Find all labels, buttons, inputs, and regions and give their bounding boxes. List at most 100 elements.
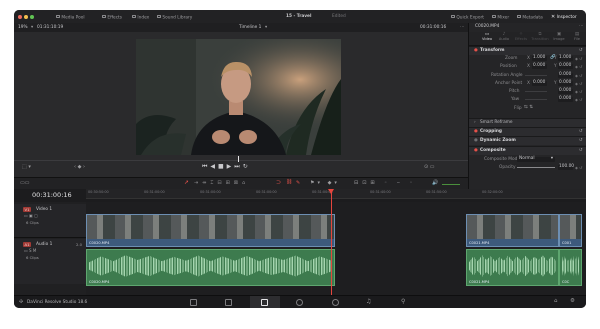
close-window-button[interactable] [18,14,22,19]
position-y-field[interactable]: 0.000 [558,63,573,69]
toggle-dot-icon[interactable]: ● [474,129,478,134]
fusion-page-icon[interactable] [296,299,303,306]
viewer-extra-icon[interactable]: ⊙ ▭ [424,165,435,170]
tab-image[interactable]: ▣ Image [551,32,567,41]
reset-icon[interactable]: ↺ [579,129,583,134]
transform-section-header[interactable]: ● Transform ↺ [469,46,586,55]
anchor-y-field[interactable]: 0.000 [558,80,573,86]
toggle-dot-icon[interactable]: ● [474,148,478,153]
effects-button[interactable]: Effects [102,14,122,21]
settings-icon[interactable]: ⚙ [570,298,575,305]
rotation-slider[interactable] [525,75,547,76]
dynamic-zoom-section[interactable]: ● Dynamic Zoom ↺ [469,136,586,145]
keyframe-icon[interactable]: ◆ ↺ [575,166,582,170]
rotation-field[interactable]: 0.000 [558,72,573,78]
cut-page-icon[interactable] [225,299,232,306]
anchor-x-field[interactable]: 0.000 [532,80,547,86]
chevron-down-icon[interactable]: ▾ [31,25,33,30]
inspector-button[interactable]: ✕ Inspector [551,14,577,20]
flip-horizontal-icon[interactable]: ⇆ ⇅ [524,105,533,111]
opacity-slider[interactable] [517,167,555,168]
jog-control-icon[interactable]: ‹ ◆ › [74,165,85,170]
timeline-tracks[interactable]: C0020.MP4 C0021.MP4 C001 C0020.MP4 C0021… [86,202,586,295]
audio-track-header[interactable]: A1 Audio 1 2.0 ▭ S M 6 Clips [14,239,86,284]
zoom-window-button[interactable] [30,14,34,19]
media-pool-button[interactable]: Media Pool [56,14,85,21]
keyframe-icon[interactable]: ◆ ↺ [575,90,582,94]
composite-mode-select[interactable]: Normal ▾ [517,156,555,162]
volume-slider[interactable] [442,184,460,185]
keyframe-icon[interactable]: ◆ ↺ [575,65,582,69]
viewer-mode-icon[interactable]: ⬚ ▾ [22,165,31,170]
tab-effects[interactable]: ✧ Effects [513,32,529,41]
flag-marker-tools[interactable]: ⚑▾ ◆▾ [310,181,340,186]
metadata-button[interactable]: Metadata [517,14,543,21]
zoom-x-field[interactable]: 1.000 [532,55,547,61]
a1-track-name[interactable]: Audio 1 [36,242,52,247]
tab-file[interactable]: ▤ File [569,32,585,41]
timeline-ruler[interactable]: 00:30:50:00 00:31:00:00 00:31:00:00 00:3… [86,189,586,199]
yaw-field[interactable]: 0.000 [558,96,573,102]
tab-transition[interactable]: ⧉ Transition [531,32,549,41]
timeline-view-options-icon[interactable]: ▭▭ [20,181,29,186]
timeline-selector[interactable]: Timeline 1 [239,25,261,30]
mixer-button[interactable]: Mixer [492,14,509,21]
v1-badge[interactable]: V1 [23,207,32,212]
video-frame[interactable] [136,39,341,155]
transport-controls[interactable]: ⏮◀■▶⏭↻ [202,164,251,170]
track-controls-icon[interactable]: ▭ S M [24,249,36,253]
quick-export-button[interactable]: Quick Export [451,14,484,21]
toggle-dot-icon[interactable]: ● [474,48,478,53]
minimize-window-button[interactable] [24,14,28,19]
position-x-field[interactable]: 0.000 [532,63,547,69]
video-clip[interactable]: C001 [559,214,582,247]
video-clip[interactable]: C0020.MP4 [86,214,335,247]
audio-clip[interactable]: C0021.MP4 [466,249,559,286]
timeline-viewer[interactable]: ⬚ ▾ ‹ ◆ › ⏮◀■▶⏭↻ ⊙ ▭ [14,32,468,177]
sound-library-button[interactable]: Sound Library [157,14,192,21]
selection-tool-icon[interactable]: ➚ [184,180,189,186]
media-page-icon[interactable] [190,299,197,306]
inspector-options-icon[interactable]: ⋯ [579,24,583,29]
audio-clip[interactable]: C0C [559,249,582,286]
edit-page-icon[interactable] [261,299,268,306]
home-icon[interactable]: ⌂ [554,298,558,305]
zoom-level[interactable]: 19% [18,25,28,30]
yaw-slider[interactable] [525,99,547,100]
cropping-section[interactable]: ● Cropping ↺ [469,127,586,136]
keyframe-icon[interactable]: ◆ ↺ [575,82,582,86]
fairlight-page-icon[interactable]: ♫ [366,299,371,305]
viewer-scrub-bar[interactable] [14,160,468,161]
pitch-field[interactable]: 0.000 [558,88,573,94]
viewer-options-icon[interactable]: ⋯ [460,25,464,30]
pitch-slider[interactable] [525,91,547,92]
opacity-field[interactable]: 100.00 [558,164,574,170]
deliver-page-icon[interactable]: ⚲ [401,299,405,305]
v1-track-name[interactable]: Video 1 [36,207,52,212]
reset-icon[interactable]: ↺ [579,148,583,153]
collapse-arrow-icon[interactable]: › [474,120,476,125]
composite-section-header[interactable]: ● Composite ↺ [469,146,586,155]
video-track-header[interactable]: V1 Video 1 ▭ ▣ ▢ 6 Clips [14,204,86,238]
zoom-tools[interactable]: ⊟⊡⊞ ◦ ‒ ◦ [354,181,416,186]
track-controls-icon[interactable]: ▭ ▣ ▢ [24,214,38,218]
viewer-scrub-handle[interactable] [238,156,239,162]
edit-tools-group[interactable]: ⇥⇹⌶⊟⊞⊠⌂ [194,181,249,186]
tab-audio[interactable]: ♪ Audio [496,32,512,41]
a1-badge[interactable]: A1 [23,242,32,247]
reset-icon[interactable]: ↺ [579,48,583,53]
timeline-selector-chevron-icon[interactable]: ▾ [265,25,267,30]
keyframe-icon[interactable]: ◆ ↺ [575,74,582,78]
toggle-dot-icon[interactable]: ● [474,138,478,143]
reset-icon[interactable]: ↺ [579,138,583,143]
position-lock-icon[interactable]: ✎ [296,181,300,186]
tab-video[interactable]: ▭ Video [479,32,495,41]
video-clip[interactable]: C0021.MP4 [466,214,559,247]
playhead-line[interactable] [330,192,332,295]
audio-clip[interactable]: C0020.MP4 [86,249,335,286]
keyframe-icon[interactable]: ◆ ↺ [575,98,582,102]
zoom-y-field[interactable]: 1.000 [558,55,573,61]
keyframe-icon[interactable]: ◆ ↺ [575,57,582,61]
smart-reframe-section[interactable]: › Smart Reframe [469,118,586,127]
index-button[interactable]: Index [132,14,149,21]
